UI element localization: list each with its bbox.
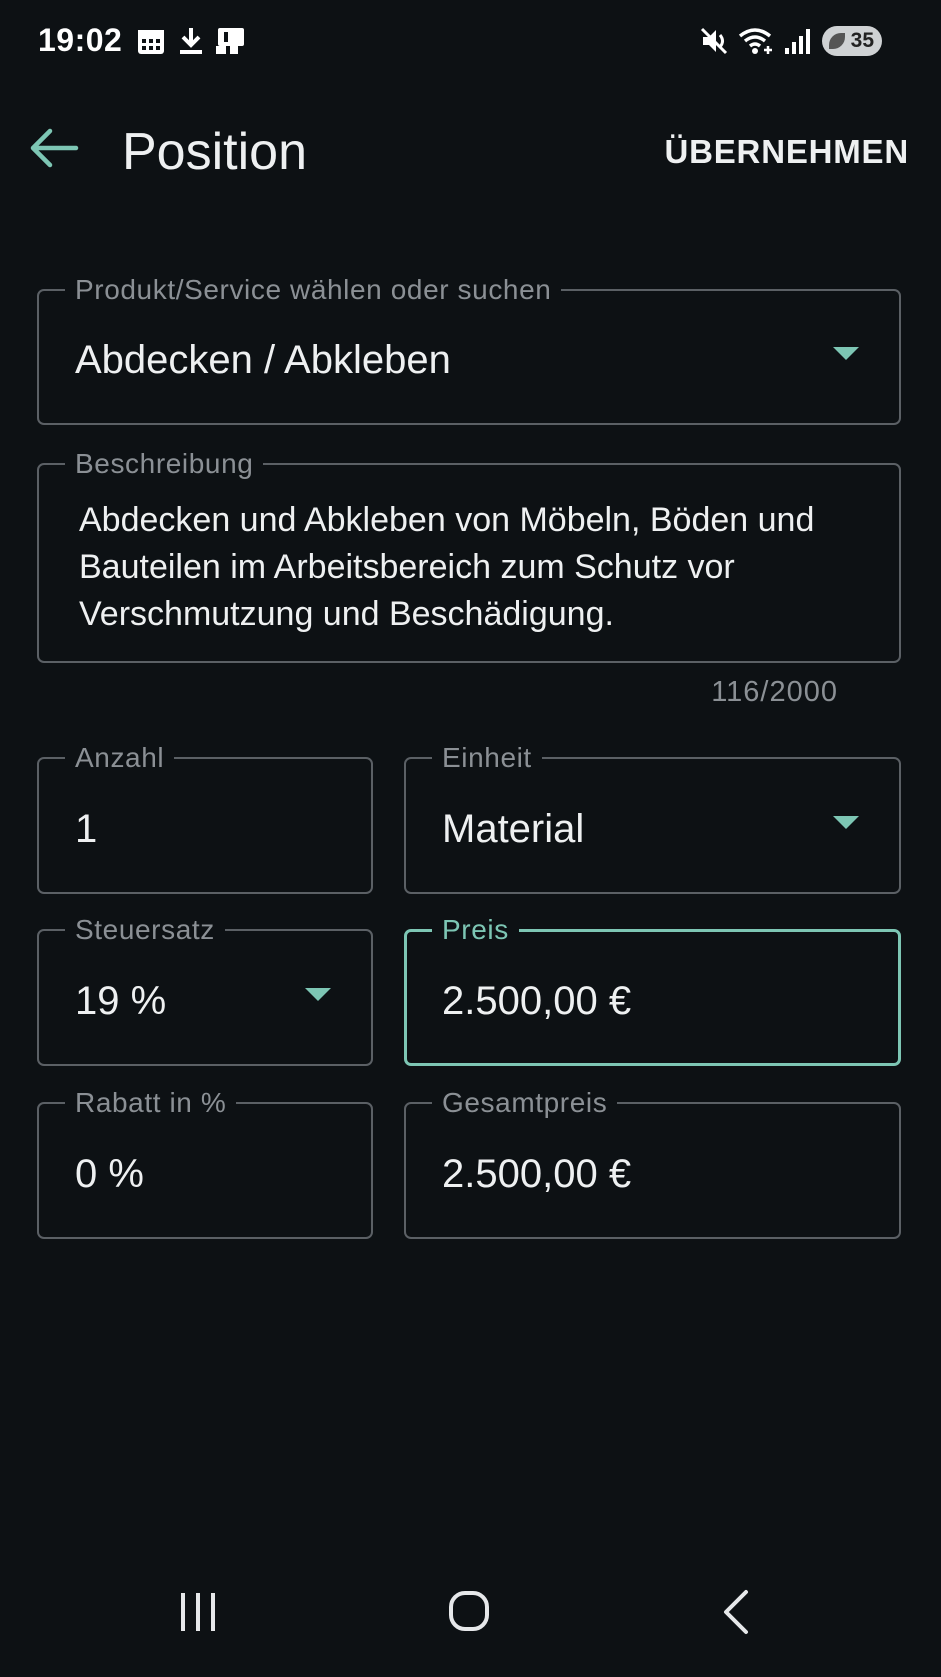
calendar-icon (136, 26, 166, 61)
status-bar: 19:02 35 (0, 0, 941, 84)
tax-rate-select[interactable]: Steuersatz 19 % (37, 914, 373, 1066)
discount-label: Rabatt in % (65, 1087, 237, 1119)
recent-apps-icon (181, 1593, 215, 1631)
recent-apps-button[interactable] (138, 1555, 258, 1672)
battery-level: 35 (850, 29, 874, 52)
description-text: Abdecken und Abkleben von Möbeln, Böden … (79, 501, 815, 633)
system-nav-bar (0, 1555, 941, 1672)
quantity-label: Anzahl (65, 742, 175, 774)
nav-back-button[interactable] (676, 1555, 796, 1672)
tax-rate-label: Steuersatz (65, 914, 225, 946)
discount-field[interactable]: Rabatt in % 0 % (37, 1087, 373, 1239)
mute-icon (700, 26, 730, 61)
arrow-left-icon (30, 128, 79, 168)
signal-icon (784, 26, 814, 61)
product-select-value: Abdecken / Abkleben (75, 338, 451, 382)
price-label: Preis (432, 914, 519, 946)
home-button[interactable] (408, 1555, 528, 1672)
battery-icon: 35 (822, 26, 882, 56)
unit-label: Einheit (432, 742, 542, 774)
description-field[interactable]: Beschreibung Abdecken und Abkleben von M… (37, 448, 901, 663)
home-icon (449, 1591, 489, 1631)
quantity-value: 1 (75, 807, 98, 851)
chevron-down-icon (305, 988, 331, 1001)
app-bar: Position ÜBERNEHMEN (0, 100, 941, 210)
total-price-label: Gesamtpreis (432, 1087, 618, 1119)
status-time: 19:02 (38, 22, 123, 58)
quantity-field[interactable]: Anzahl 1 (37, 742, 373, 894)
download-icon (178, 26, 204, 61)
back-button[interactable] (26, 118, 86, 178)
tax-rate-value: 19 % (75, 979, 167, 1023)
total-price-field: Gesamtpreis 2.500,00 € (404, 1087, 901, 1239)
unit-value: Material (442, 807, 585, 851)
page-title: Position (122, 123, 307, 181)
character-counter: 116/2000 (711, 676, 838, 708)
description-label: Beschreibung (65, 448, 264, 480)
total-price-value: 2.500,00 € (442, 1152, 632, 1196)
apply-button[interactable]: ÜBERNEHMEN (664, 132, 909, 172)
wifi-icon (738, 26, 776, 61)
chevron-down-icon (833, 347, 859, 360)
price-value: 2.500,00 € (442, 979, 632, 1023)
price-field[interactable]: Preis 2.500,00 € (404, 914, 901, 1066)
unit-select[interactable]: Einheit Material (404, 742, 901, 894)
discount-value: 0 % (75, 1152, 144, 1196)
back-icon (724, 1590, 748, 1634)
product-select[interactable]: Produkt/Service wählen oder suchen Abdec… (37, 274, 901, 425)
clipboard-icon (214, 26, 246, 61)
chevron-down-icon (833, 816, 859, 829)
product-select-label: Produkt/Service wählen oder suchen (65, 274, 562, 306)
leaf-icon (829, 33, 845, 49)
